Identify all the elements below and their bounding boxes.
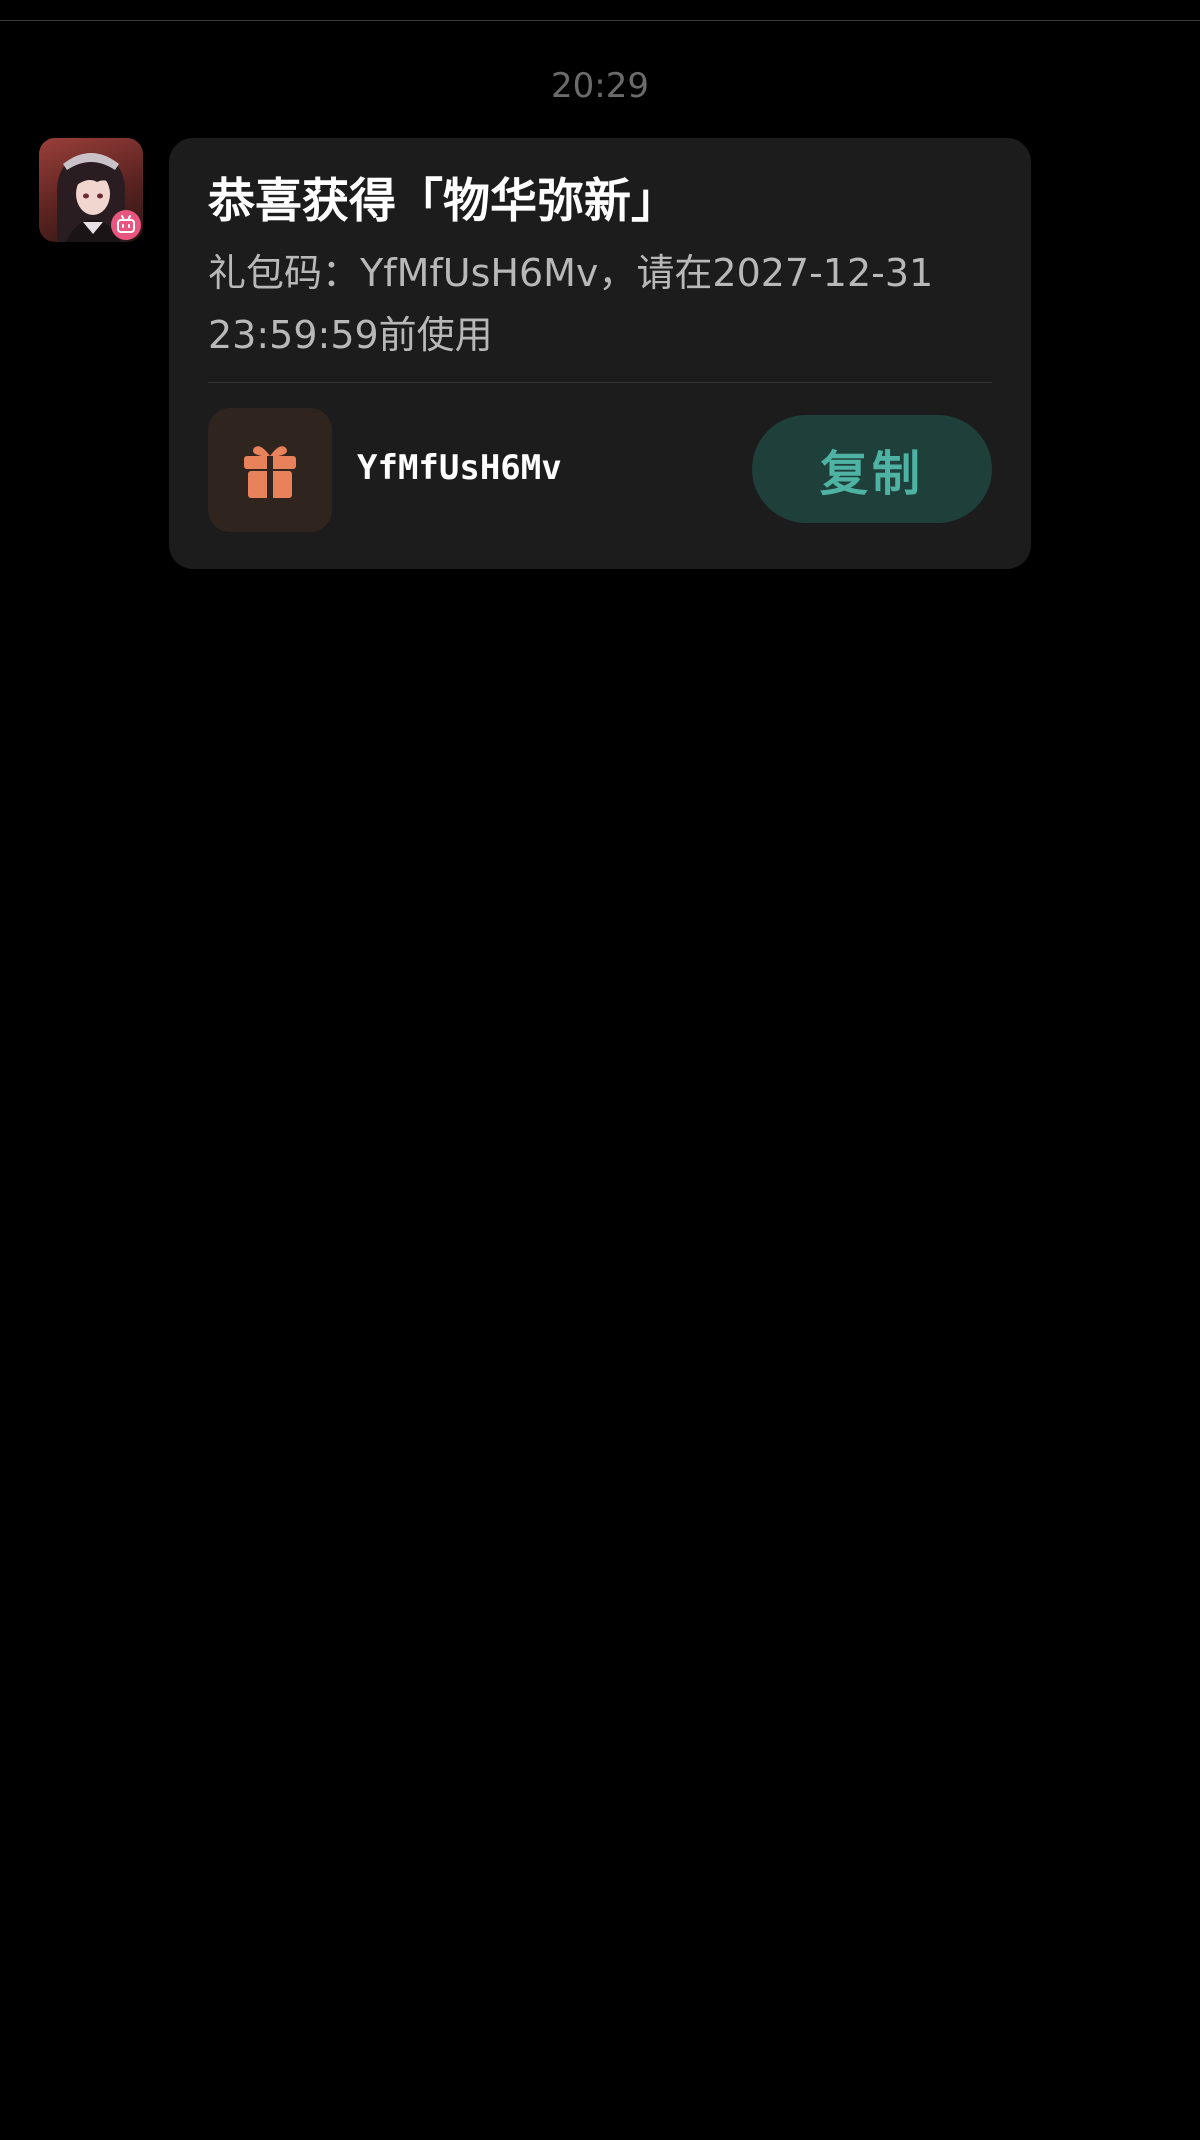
message-title: 恭喜获得「物华弥新」 [208, 174, 678, 229]
top-divider [0, 20, 1200, 21]
gift-icon-tile [208, 408, 332, 532]
gift-icon [244, 446, 296, 498]
card-divider [208, 382, 992, 383]
bilibili-tv-icon [111, 210, 141, 240]
sender-avatar[interactable] [39, 138, 143, 242]
copy-button[interactable]: 复制 [752, 415, 992, 523]
gift-code: YfMfUsH6Mv [357, 448, 562, 488]
gift-message-card: 恭喜获得「物华弥新」 礼包码：YfMfUsH6Mv，请在2027-12-31 2… [169, 138, 1031, 569]
message-timestamp: 20:29 [551, 66, 649, 106]
message-body: 礼包码：YfMfUsH6Mv，请在2027-12-31 23:59:59前使用 [208, 251, 934, 357]
